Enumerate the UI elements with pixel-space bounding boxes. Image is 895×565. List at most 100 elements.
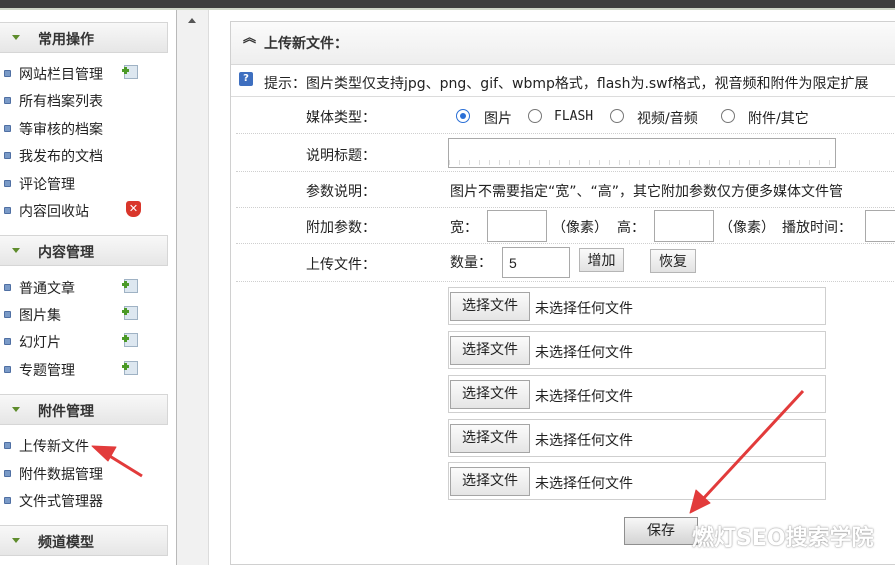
params-note-text: 图片不需要指定“宽”、“高”，其它附加参数仅方便多媒体文件管: [450, 184, 844, 200]
file-status: 未选择任何文件: [535, 345, 633, 361]
collapse-arrow-icon: [12, 407, 20, 412]
help-icon: ?: [239, 72, 253, 86]
sidebar-item-slides[interactable]: 幻灯片: [0, 329, 168, 355]
radio-video-audio-label[interactable]: 视频/音频: [637, 108, 698, 128]
extra-params-row: 附加参数： 宽： （像素） 高： （像素） 播放时间：: [236, 209, 895, 244]
sidebar-item-recycle-bin[interactable]: 内容回收站 ✕: [0, 198, 168, 224]
sidebar-item-label[interactable]: 评论管理: [19, 174, 75, 194]
bullet-icon: [4, 70, 11, 77]
count-input[interactable]: [502, 247, 570, 278]
add-icon[interactable]: [122, 361, 138, 375]
top-bar: [0, 0, 895, 8]
section-title: 频道模型: [38, 535, 94, 551]
section-header-common[interactable]: 常用操作: [0, 22, 168, 53]
scrollbar-track[interactable]: [177, 10, 209, 565]
choose-file-button[interactable]: 选择文件: [450, 467, 530, 496]
title-row: 说明标题：: [236, 135, 895, 172]
file-chooser-3: 选择文件 未选择任何文件: [448, 375, 826, 413]
width-unit: （像素）: [552, 220, 608, 236]
panel-title: 上传新文件：: [264, 36, 348, 52]
media-type-label: 媒体类型：: [306, 110, 376, 126]
sidebar-item-column-manage[interactable]: 网站栏目管理: [0, 61, 168, 87]
bullet-icon: [4, 338, 11, 345]
section-title: 内容管理: [38, 245, 94, 261]
bullet-icon: [4, 442, 11, 449]
file-chooser-2: 选择文件 未选择任何文件: [448, 331, 826, 369]
double-chevron-up-icon: ︽: [243, 31, 257, 46]
bullet-icon: [4, 152, 11, 159]
radio-attachment-label[interactable]: 附件/其它: [748, 108, 809, 128]
radio-attachment[interactable]: [721, 109, 735, 123]
section-title: 附件管理: [38, 404, 94, 420]
scroll-up-arrow-icon[interactable]: [188, 18, 196, 23]
sidebar-item-label[interactable]: 所有档案列表: [19, 91, 103, 111]
collapse-arrow-icon: [12, 538, 20, 543]
radio-flash[interactable]: [528, 109, 542, 123]
choose-file-button[interactable]: 选择文件: [450, 292, 530, 321]
height-input[interactable]: [654, 210, 714, 242]
collapse-arrow-icon: [12, 248, 20, 253]
file-chooser-5: 选择文件 未选择任何文件: [448, 462, 826, 500]
add-button[interactable]: 增加: [579, 248, 624, 272]
sidebar-item-label[interactable]: 网站栏目管理: [19, 64, 103, 84]
add-icon[interactable]: [122, 279, 138, 293]
width-input[interactable]: [487, 210, 547, 242]
sidebar-item-label[interactable]: 等审核的档案: [19, 119, 103, 139]
add-icon[interactable]: [122, 333, 138, 347]
sidebar-item-label[interactable]: 专题管理: [19, 360, 75, 380]
sidebar-item-upload-file[interactable]: 上传新文件: [0, 433, 168, 459]
save-button[interactable]: 保存: [624, 517, 698, 545]
sidebar-item-label[interactable]: 附件数据管理: [19, 464, 103, 484]
sidebar-item-label[interactable]: 幻灯片: [19, 332, 61, 352]
section-header-content[interactable]: 内容管理: [0, 235, 168, 266]
radio-image-label[interactable]: 图片: [484, 108, 512, 128]
tip-text: 提示：图片类型仅支持jpg、png、gif、wbmp格式，flash为.swf格…: [264, 76, 869, 92]
file-status: 未选择任何文件: [535, 301, 633, 317]
delete-icon[interactable]: ✕: [126, 201, 141, 217]
upload-row: 上传文件： 数量： 增加 恢复: [236, 245, 895, 282]
choose-file-button[interactable]: 选择文件: [450, 424, 530, 453]
collapse-arrow-icon: [12, 35, 20, 40]
section-header-channel-model[interactable]: 频道模型: [0, 525, 168, 556]
title-input[interactable]: [448, 138, 836, 168]
extra-params-label: 附加参数：: [306, 220, 376, 236]
sidebar-item-my-docs[interactable]: 我发布的文档: [0, 143, 168, 169]
sidebar-item-label[interactable]: 文件式管理器: [19, 491, 103, 511]
file-status: 未选择任何文件: [535, 476, 633, 492]
sidebar-item-label[interactable]: 图片集: [19, 305, 61, 325]
sidebar-item-topics[interactable]: 专题管理: [0, 357, 168, 383]
choose-file-button[interactable]: 选择文件: [450, 380, 530, 409]
radio-image[interactable]: [456, 109, 470, 123]
sidebar-item-label[interactable]: 普通文章: [19, 278, 75, 298]
choose-file-button[interactable]: 选择文件: [450, 336, 530, 365]
sidebar-item-file-manager[interactable]: 文件式管理器: [0, 488, 168, 514]
upload-label: 上传文件：: [306, 257, 376, 273]
bullet-icon: [4, 207, 11, 214]
sidebar-item-comments[interactable]: 评论管理: [0, 171, 168, 197]
sidebar-item-articles[interactable]: 普通文章: [0, 275, 168, 301]
sidebar-item-pending-archives[interactable]: 等审核的档案: [0, 116, 168, 142]
duration-input[interactable]: [865, 210, 895, 242]
height-unit: （像素）: [719, 220, 775, 236]
sidebar: 常用操作 网站栏目管理 所有档案列表 等审核的档案 我发布的文档 评论管理 内容…: [0, 10, 176, 565]
sidebar-item-label[interactable]: 内容回收站: [19, 201, 89, 221]
radio-video-audio[interactable]: [610, 109, 624, 123]
file-status: 未选择任何文件: [535, 433, 633, 449]
bullet-icon: [4, 311, 11, 318]
sidebar-item-image-sets[interactable]: 图片集: [0, 302, 168, 328]
bullet-icon: [4, 284, 11, 291]
title-label: 说明标题：: [306, 148, 376, 164]
file-status: 未选择任何文件: [535, 389, 633, 405]
sidebar-item-all-archives[interactable]: 所有档案列表: [0, 88, 168, 114]
sidebar-item-label[interactable]: 我发布的文档: [19, 146, 103, 166]
add-icon[interactable]: [122, 306, 138, 320]
sidebar-item-label[interactable]: 上传新文件: [19, 436, 89, 456]
bullet-icon: [4, 97, 11, 104]
width-label: 宽：: [450, 220, 478, 236]
sidebar-item-attachment-data[interactable]: 附件数据管理: [0, 461, 168, 487]
reset-button[interactable]: 恢复: [650, 249, 696, 273]
section-header-attachments[interactable]: 附件管理: [0, 394, 168, 425]
radio-flash-label[interactable]: FLASH: [554, 109, 593, 124]
duration-label: 播放时间：: [782, 220, 852, 236]
add-icon[interactable]: [122, 65, 138, 79]
